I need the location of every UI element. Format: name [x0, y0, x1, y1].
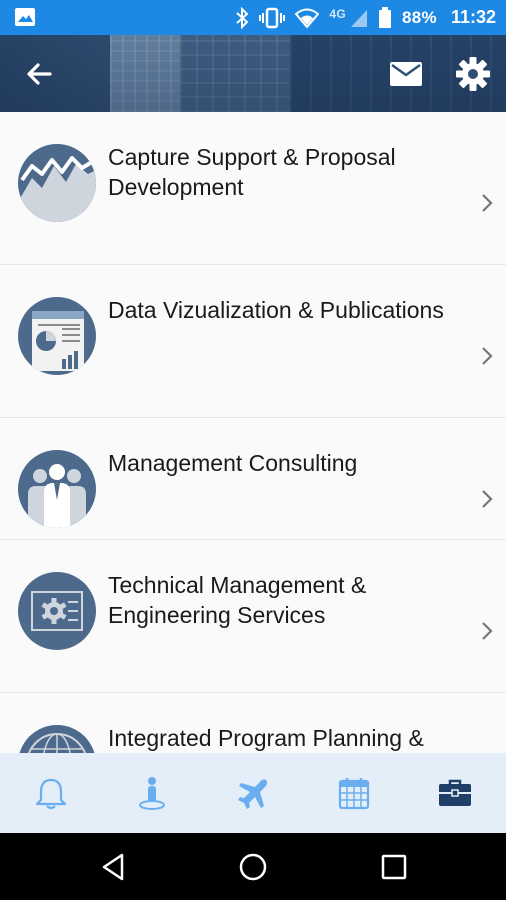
- list-item[interactable]: Capture Support & Proposal Development: [0, 112, 506, 265]
- vibrate-icon: [259, 7, 286, 28]
- status-bar: 4G 88% 11:32: [0, 0, 506, 35]
- list-item-title: Capture Support & Proposal Development: [108, 144, 396, 200]
- chevron-right-icon: [482, 490, 493, 508]
- gear-circuit-icon: [18, 572, 96, 650]
- android-nav-bar: [0, 833, 506, 900]
- list-item[interactable]: Management Consulting: [0, 418, 506, 540]
- back-triangle-icon[interactable]: [98, 851, 130, 883]
- tab-services[interactable]: [405, 753, 506, 833]
- list-item[interactable]: Integrated Program Planning &: [0, 693, 506, 753]
- header-banner: [0, 35, 506, 112]
- bottom-tab-bar: [0, 753, 506, 833]
- list-item-title: Integrated Program Planning &: [108, 725, 424, 751]
- clock: 11:32: [450, 7, 496, 27]
- chevron-right-icon: [482, 194, 493, 212]
- gear-icon[interactable]: [454, 55, 492, 93]
- battery-icon: [379, 6, 392, 28]
- list-item-title: Data Vizualization & Publications: [108, 297, 444, 323]
- airplane-icon: [238, 779, 268, 809]
- tab-calendar[interactable]: [304, 753, 405, 833]
- back-arrow-icon[interactable]: [22, 57, 56, 91]
- home-circle-icon[interactable]: [237, 851, 269, 883]
- tab-notifications[interactable]: [0, 753, 101, 833]
- signal-icon: [351, 9, 368, 27]
- tab-profile[interactable]: [101, 753, 202, 833]
- line-chart-icon: [18, 144, 96, 222]
- report-chart-icon: [18, 297, 96, 375]
- people-icon: [18, 450, 96, 528]
- wifi-icon: [295, 8, 320, 28]
- globe-icon: [18, 725, 96, 753]
- services-list: Capture Support & Proposal Development D…: [0, 112, 506, 753]
- list-item-title: Management Consulting: [108, 450, 358, 476]
- image-notification-icon: [15, 8, 35, 26]
- chevron-right-icon: [482, 347, 493, 365]
- bluetooth-icon: [236, 6, 249, 29]
- list-item-title: Technical Management & Engineering Servi…: [108, 572, 367, 628]
- person-pin-icon: [138, 777, 165, 810]
- calendar-icon: [339, 778, 370, 810]
- list-item[interactable]: Data Vizualization & Publications: [0, 265, 506, 418]
- chevron-right-icon: [482, 622, 493, 640]
- mail-icon[interactable]: [386, 57, 426, 91]
- list-item[interactable]: Technical Management & Engineering Servi…: [0, 540, 506, 693]
- bell-icon: [35, 778, 66, 810]
- tab-travel[interactable]: [202, 753, 303, 833]
- battery-percent: 88%: [402, 7, 437, 27]
- network-type: 4G: [329, 6, 347, 21]
- briefcase-icon: [439, 779, 472, 806]
- recents-square-icon[interactable]: [378, 851, 410, 883]
